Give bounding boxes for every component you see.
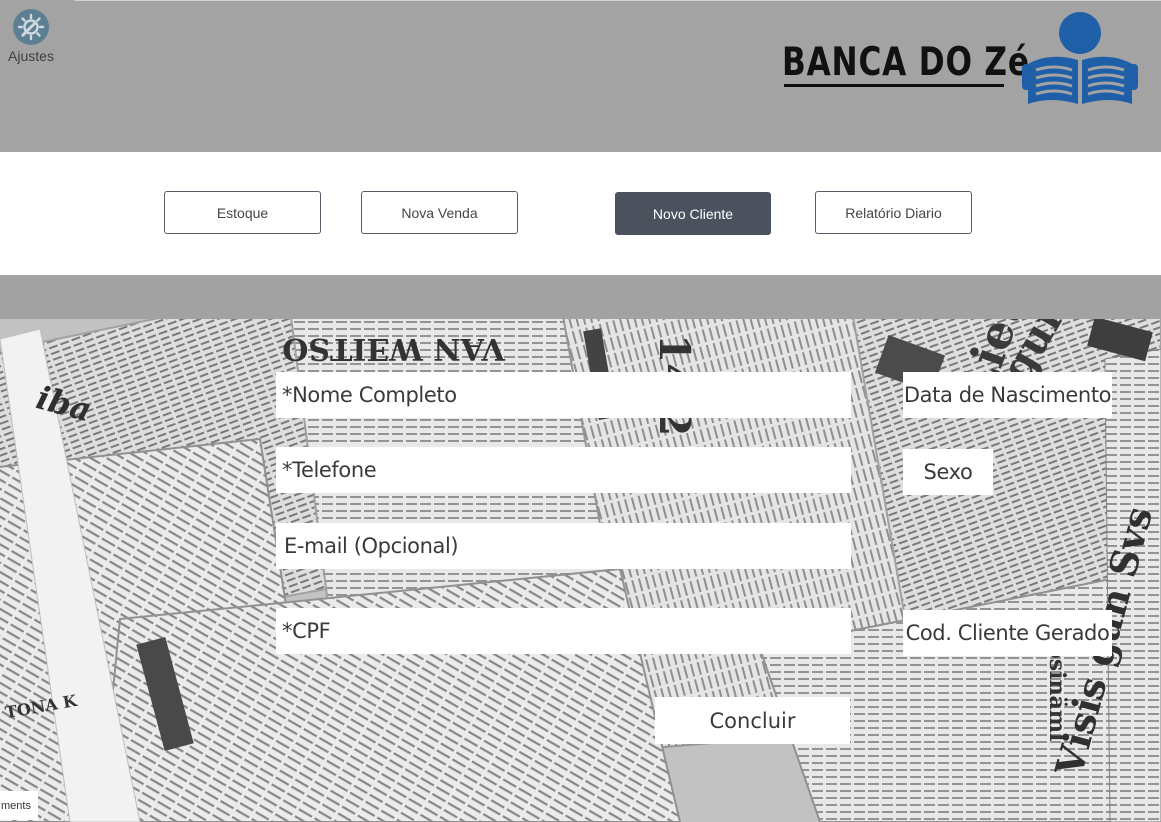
brand-underline (784, 84, 1004, 87)
birthdate-field[interactable]: Data de Nascimento (903, 372, 1112, 418)
new-sale-button[interactable]: Nova Venda (361, 191, 518, 234)
client-code-field: Cod. Cliente Gerado (903, 610, 1112, 656)
submit-button[interactable]: Concluir (655, 697, 850, 744)
settings-label: Ajustes (8, 48, 54, 64)
corner-tag: ments (0, 791, 38, 820)
main-navigation: Estoque Nova Venda Novo Cliente Relatóri… (0, 152, 1161, 275)
phone-input[interactable]: *Telefone (276, 447, 851, 493)
stock-button[interactable]: Estoque (164, 191, 321, 234)
reading-person-logo-icon (1022, 12, 1138, 104)
email-input[interactable]: E-mail (Opcional) (276, 523, 851, 569)
app-header: Ajustes BANCA DO Zé (0, 0, 1161, 152)
brand-name: BANCA DO Zé (782, 40, 1030, 85)
new-client-button[interactable]: Novo Cliente (615, 192, 771, 235)
separator-band (0, 275, 1161, 319)
daily-report-button[interactable]: Relatório Diario (815, 191, 972, 234)
sex-field[interactable]: Sexo (903, 449, 993, 495)
gear-icon (13, 9, 49, 45)
settings-button[interactable]: Ajustes (5, 8, 57, 64)
full-name-input[interactable]: *Nome Completo (276, 372, 851, 418)
cpf-input[interactable]: *CPF (276, 608, 851, 654)
header-top-border (75, 0, 1161, 1)
